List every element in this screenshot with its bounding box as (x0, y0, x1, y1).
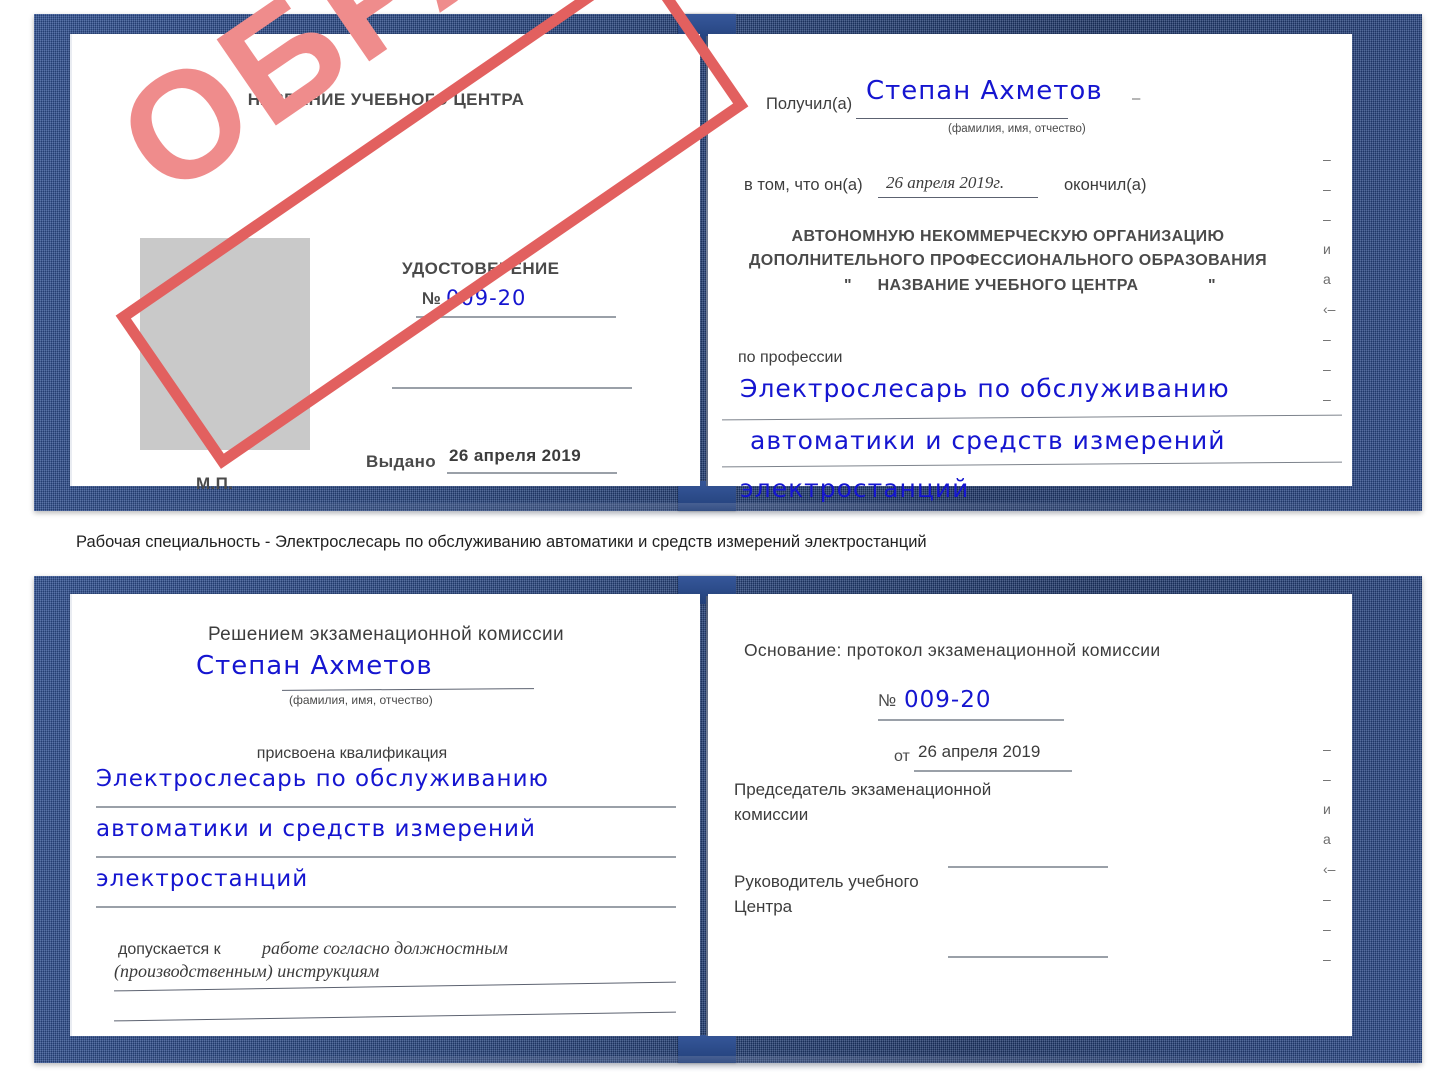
fio-hint-top: (фамилия, имя, отчество) (948, 123, 1086, 135)
top-right-page: Получил(а) Степан Ахметов (фамилия, имя,… (708, 34, 1352, 503)
profession-rule-1 (722, 414, 1342, 421)
qualification-rule-3 (96, 906, 676, 908)
that-he-label: в том, что он(а) (744, 176, 863, 194)
bottom-left-page: Решением экзаменационной комиссии Степан… (70, 594, 700, 1036)
photo-placeholder (140, 238, 310, 450)
bottom-right-edge-fragments: – – и а ‹– – – – (1323, 741, 1336, 967)
admitted-rule-1 (114, 981, 676, 992)
qualification-line-1: Электрослесарь по обслуживанию (96, 766, 549, 792)
chairman-signature-rule (948, 866, 1108, 868)
admitted-value-line-1: работе согласно должностным (262, 938, 508, 958)
number-value: 009-20 (446, 286, 527, 310)
head-signature-rule (948, 956, 1108, 958)
issued-rule (447, 472, 617, 474)
completion-date-rule (878, 197, 1038, 198)
number-label: № (422, 289, 442, 308)
fio-hint-bottom: (фамилия, имя, отчество) (289, 693, 433, 707)
chairman-line-2: комиссии (734, 805, 809, 824)
qualification-line-2: автоматики и средств измерений (96, 816, 536, 842)
received-rule (856, 118, 1068, 119)
qualification-rule-1 (96, 806, 676, 808)
bottom-right-page: Основание: протокол экзаменационной коми… (708, 594, 1352, 1036)
issued-label: Выдано (366, 452, 437, 471)
profession-rule-2 (722, 461, 1342, 468)
top-left-center-title: НАЗВАНИЕ УЧЕБНОГО ЦЕНТРА (247, 90, 525, 109)
head-line-1: Руководитель учебного (734, 872, 919, 891)
qualification-line-3: электростанций (96, 866, 309, 892)
received-value: Степан Ахметов (866, 76, 1103, 106)
caption-text: Рабочая специальность - Электрослесарь п… (76, 533, 927, 551)
profession-line-2: автоматики и средств измерений (750, 426, 1226, 455)
profession-line-1: Электрослесарь по обслуживанию (740, 374, 1230, 403)
bottom-name-value: Степан Ахметов (196, 651, 433, 681)
admitted-rule-2 (114, 1011, 676, 1022)
finished-label: окончил(а) (1064, 176, 1147, 194)
profession-line-3: электростанций (740, 474, 970, 503)
spine-tab-bottom-2 (678, 1035, 736, 1063)
bottom-name-rule (281, 688, 535, 691)
blank-rule-1 (392, 387, 632, 389)
certificate-bottom-cover: Решением экзаменационной комиссии Степан… (34, 576, 1422, 1063)
bottom-number-value: 009-20 (904, 687, 992, 713)
bottom-date-label: от (894, 748, 910, 765)
qualification-rule-2 (96, 856, 676, 858)
head-line-2: Центра (734, 897, 793, 916)
received-label: Получил(а) (766, 95, 853, 113)
org-line-2: ДОПОЛНИТЕЛЬНОГО ПРОФЕССИОНАЛЬНОГО ОБРАЗО… (748, 252, 1268, 269)
top-right-edge-fragments: – – – и а ‹– – – – (1323, 151, 1336, 407)
bottom-number-label: № (878, 691, 897, 710)
profession-label: по профессии (738, 349, 843, 366)
issued-value: 26 апреля 2019 (449, 446, 582, 465)
top-left-doc-title: УДОСТОВЕРЕНИЕ (402, 259, 560, 278)
basis-label: Основание: протокол экзаменационной коми… (744, 640, 1161, 660)
admitted-label: допускается к (118, 941, 221, 958)
chairman-line-1: Председатель экзаменационной (734, 780, 992, 799)
decision-title: Решением экзаменационной комиссии (207, 624, 565, 645)
edge-dash-1: – (1132, 90, 1141, 107)
org-quote-close: " (1208, 277, 1216, 294)
bottom-number-rule (878, 719, 1064, 721)
bottom-date-rule (914, 770, 1072, 772)
admitted-value-line-2: (производственным) инструкциям (114, 961, 380, 981)
qualification-label: присвоена квалификация (256, 745, 448, 762)
certificate-top-cover: НАЗВАНИЕ УЧЕБНОГО ЦЕНТРА УДОСТОВЕРЕНИЕ №… (34, 0, 1422, 511)
org-line-1: АВТОНОМНУЮ НЕКОММЕРЧЕСКУЮ ОРГАНИЗАЦИЮ (791, 228, 1225, 245)
completion-date: 26 апреля 2019г. (886, 173, 1005, 192)
number-rule (416, 316, 616, 318)
seal-label: М.П. (196, 474, 234, 493)
top-left-page: НАЗВАНИЕ УЧЕБНОГО ЦЕНТРА УДОСТОВЕРЕНИЕ №… (70, 34, 700, 493)
org-name: НАЗВАНИЕ УЧЕБНОГО ЦЕНТРА (877, 277, 1139, 294)
bottom-date-value: 26 апреля 2019 (918, 742, 1041, 761)
